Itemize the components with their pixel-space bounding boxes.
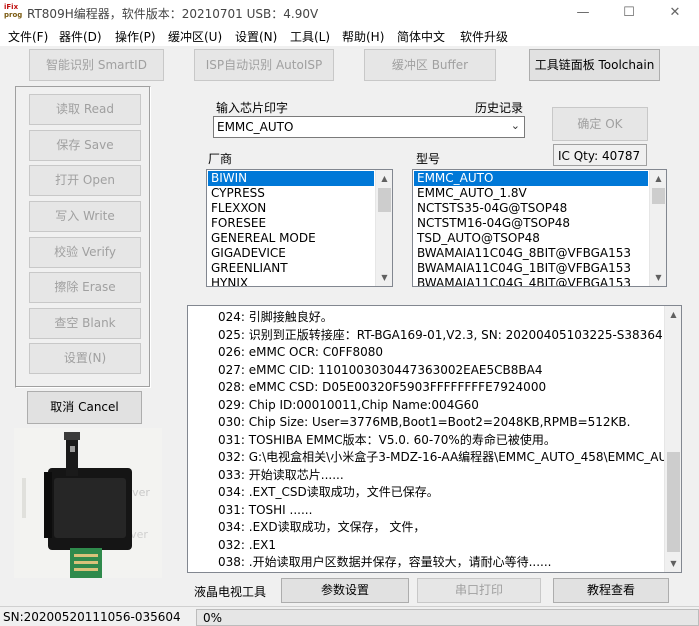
log-scrollbar[interactable]: ▲ ▼ [664,306,681,572]
read-button[interactable]: 读取 Read [29,94,141,125]
scroll-thumb[interactable] [652,188,665,204]
vendor-item[interactable]: CYPRESS [208,186,374,201]
params-button[interactable]: 参数设置 [281,578,409,603]
minimize-icon[interactable]: — [560,0,606,26]
close-icon[interactable]: ✕ [652,0,698,26]
log-line: 031: TOSHIBA EMMC版本：V5.0. 60-70%的寿命已被使用。 [218,432,556,447]
model-item[interactable]: NCTSTS35-04G@TSOP48 [414,201,648,216]
history-label: 历史记录 [475,101,524,115]
verify-button[interactable]: 校验 Verify [29,237,141,268]
menu-operation[interactable]: 操作(P) [115,28,156,45]
chevron-down-icon[interactable]: ⌄ [511,119,520,132]
model-item[interactable]: EMMC_AUTO [414,171,648,186]
menu-file[interactable]: 文件(F) [8,28,48,45]
model-item[interactable]: TSD_AUTO@TSOP48 [414,231,648,246]
log-line: 032: G:\电视盒相关\小米盒子3-MDZ-16-AA编程器\EMMC_AU… [218,450,666,464]
serial-number: SN:20200520111056-035604 [3,610,181,624]
erase-button[interactable]: 擦除 Erase [29,272,141,303]
model-item[interactable]: EMMC_AUTO_1.8V [414,186,648,201]
vendor-listbox[interactable]: BIWIN CYPRESS FLEXXON FORESEE GENEREAL M… [206,169,393,287]
model-item[interactable]: BWAMAIA11C04G_8BIT@VFBGA153 [414,246,648,261]
model-item[interactable]: NCTSTM16-04G@TSOP48 [414,216,648,231]
app-logo-icon: iFix prog [4,3,23,19]
progress-text: 0% [203,611,223,625]
menu-language[interactable]: 简体中文 [397,28,445,45]
smartid-button[interactable]: 智能识别 SmartID [29,49,164,81]
vendor-item[interactable]: GIGADEVICE [208,246,374,261]
lcd-tools-tab[interactable]: 液晶电视工具 [194,583,266,600]
log-line: 024: 引脚接触良好。 [218,310,333,324]
autoisp-button[interactable]: ISP自动识别 AutoISP [194,49,334,81]
vendor-item[interactable]: FORESEE [208,216,374,231]
menu-upgrade[interactable]: 软件升级 [460,28,508,45]
open-button[interactable]: 打开 Open [29,165,141,196]
log-line: 027: eMMC CID: 1101003030447363002EAE5CB… [218,362,543,377]
log-line: 029: Chip ID:00010011,Chip Name:004G60 [218,397,479,412]
cancel-button[interactable]: 取消 Cancel [27,391,142,424]
menu-help[interactable]: 帮助(H) [342,28,384,45]
log-lines: 024: 引脚接触良好。 025: 识别到正版转接座：RT-BGA169-01,… [218,309,666,572]
window-title: RT809H编程器，软件版本：20210701 USB：4.90V [27,7,319,21]
menu-bar: 文件(F) 器件(D) 操作(P) 缓冲区(U) 设置(N) 工具(L) 帮助(… [0,26,699,46]
scroll-down-icon[interactable]: ▼ [650,269,666,286]
menu-buffer[interactable]: 缓冲区(U) [168,28,222,45]
scroll-up-icon[interactable]: ▲ [665,306,681,323]
scroll-down-icon[interactable]: ▼ [376,269,392,286]
toolchain-button[interactable]: 工具链面板 Toolchain [529,49,660,81]
tutorial-button[interactable]: 教程查看 [553,578,669,603]
log-line: 033: 开始读取芯片...... [218,467,344,482]
ic-qty-box: IC Qty: 40787 [553,144,647,166]
model-listbox[interactable]: EMMC_AUTO EMMC_AUTO_1.8V NCTSTS35-04G@TS… [412,169,667,287]
log-line: 028: eMMC CSD: D05E00320F5903FFFFFFFFE79… [218,380,547,394]
write-button[interactable]: 写入 Write [29,201,141,232]
vendor-item[interactable]: HYNIX [208,276,374,286]
scroll-thumb[interactable] [667,452,680,552]
log-line: 031: TOSHI ...... [218,502,313,517]
save-button[interactable]: 保存 Save [29,130,141,161]
scroll-up-icon[interactable]: ▲ [376,170,392,187]
buffer-button[interactable]: 缓冲区 Buffer [364,49,496,81]
log-line: 032: .EX1 [218,537,277,552]
menu-device[interactable]: 器件(D) [59,28,102,45]
confirm-ok-button[interactable]: 确定 OK [552,107,648,141]
scroll-thumb[interactable] [378,188,391,212]
log-line: 025: 识别到正版转接座：RT-BGA169-01,V2.3, SN: 202… [218,327,663,342]
log-output[interactable]: 024: 引脚接触良好。 025: 识别到正版转接座：RT-BGA169-01,… [187,305,682,573]
maximize-icon[interactable]: ☐ [606,0,652,26]
model-label: 型号 [416,152,441,166]
status-bar: SN:20200520111056-035604 0% [0,606,699,626]
log-line: 026: eMMC OCR: C0FF8080 [218,345,384,359]
model-item[interactable]: BWAMAIA11C04G_1BIT@VFBGA153 [414,261,648,276]
vendor-item[interactable]: BIWIN [208,171,374,186]
menu-tools[interactable]: 工具(L) [290,28,330,45]
vendor-scrollbar[interactable]: ▲ ▼ [375,170,392,286]
ic-qty-text: IC Qty: 40787 [558,149,641,163]
vendor-item[interactable]: GREENLIANT [208,261,374,276]
vendor-item[interactable]: FLEXXON [208,201,374,216]
vendor-label: 厂商 [208,152,233,166]
log-line: 034: .EXD读取成功，文保存， 文件， [218,520,426,534]
log-line: 034: .EXT_CSD读取成功，文件已保存。 [218,485,439,499]
title-bar: iFix prog RT809H编程器，软件版本：20210701 USB：4.… [0,0,699,26]
scroll-up-icon[interactable]: ▲ [650,170,666,187]
progress-bar: 0% [196,609,699,626]
scroll-down-icon[interactable]: ▼ [665,555,681,572]
settings-button[interactable]: 设置(N) [29,343,141,374]
log-line: 038: .开始读取用户区数据并保存，容量较大，请耐心等待...... [218,555,552,569]
vendor-item[interactable]: GENEREAL MODE [208,231,374,246]
chip-marking-value: EMMC_AUTO [217,120,294,134]
log-line: 030: Chip Size: User=3776MB,Boot1=Boot2=… [218,415,631,429]
serial-print-button[interactable]: 串口打印 [417,578,541,603]
adapter-photo: Univer Univer [14,428,162,578]
model-scrollbar[interactable]: ▲ ▼ [649,170,666,286]
blank-check-button[interactable]: 查空 Blank [29,308,141,339]
chip-marking-combobox[interactable]: EMMC_AUTO ⌄ [213,116,525,138]
chip-marking-label: 输入芯片印字 [216,101,289,115]
menu-settings[interactable]: 设置(N) [235,28,277,45]
model-item[interactable]: BWAMAIA11C04G_4BIT@VFBGA153 [414,276,648,286]
